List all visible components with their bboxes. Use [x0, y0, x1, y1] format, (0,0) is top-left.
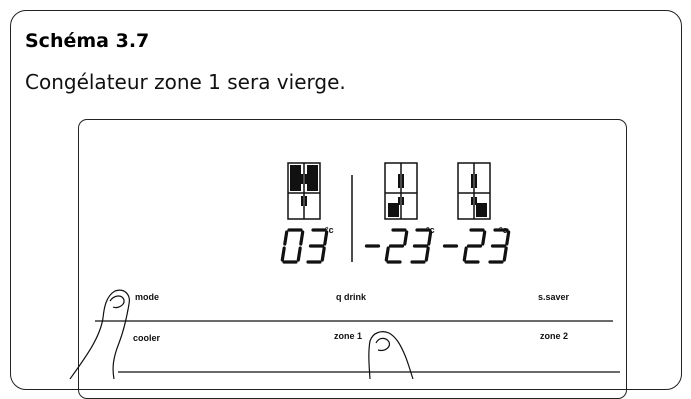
q-drink-button[interactable]: q drink: [336, 292, 366, 302]
digit-segment: [403, 230, 409, 246]
mode-button[interactable]: mode: [135, 292, 159, 302]
digit-segment: [481, 230, 487, 246]
digit-segment: [283, 230, 289, 246]
temp-zone-1-digits: [364, 228, 433, 264]
unit-label-cooler: °c: [325, 225, 334, 235]
fridge-zone-2-icon: [457, 162, 491, 220]
digit-segment: [462, 246, 468, 262]
cooler-button[interactable]: cooler: [133, 333, 160, 343]
digit-segment: [280, 246, 286, 262]
unit-label-zone-1: °c: [426, 225, 435, 235]
digit-segment: [502, 246, 508, 262]
digit-segment: [424, 246, 430, 262]
fridge-cooler-icon: [287, 162, 321, 220]
digit-segment: [320, 246, 326, 262]
digit-segment: [384, 246, 390, 262]
fridge-zone-1-icon: [384, 162, 418, 220]
display-graphics: °c °c °c: [69, 162, 620, 379]
zone-2-button[interactable]: zone 2: [540, 331, 568, 341]
s-saver-button[interactable]: s.saver: [538, 292, 569, 302]
zone-1-button[interactable]: zone 1: [334, 331, 362, 341]
digit-segment: [296, 246, 302, 262]
hand-pointer-icon: [69, 289, 130, 379]
digit-segment: [299, 230, 305, 246]
temp-cooler-digits: [280, 228, 329, 264]
unit-label-zone-2: °c: [499, 225, 508, 235]
